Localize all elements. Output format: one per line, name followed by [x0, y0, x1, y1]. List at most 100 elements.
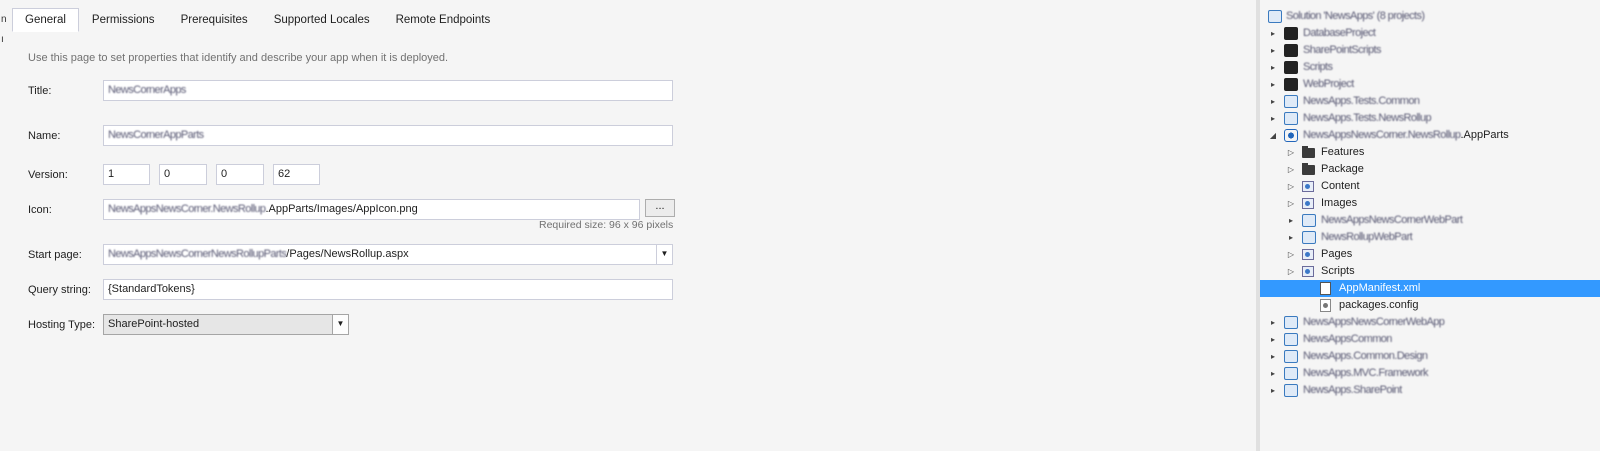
- tree-item[interactable]: ▷ Package: [1260, 161, 1600, 178]
- tree-item-label: NewsAppsCommon: [1303, 331, 1392, 348]
- start-page-select[interactable]: NewsAppsNewsCornerNewsRollupParts/Pages/…: [103, 244, 673, 265]
- tree-item[interactable]: ▸ NewsApps.MVC.Framework: [1260, 365, 1600, 382]
- project-icon: [1284, 367, 1298, 380]
- expand-arrow-icon[interactable]: ▸: [1268, 25, 1278, 42]
- project-icon: [1284, 112, 1298, 125]
- name-label: Name:: [28, 130, 61, 142]
- tree-item[interactable]: ▸ NewsAppsNewsCornerWebPart: [1260, 212, 1600, 229]
- version-minor-field[interactable]: 0: [159, 164, 207, 185]
- hosting-type-select[interactable]: SharePoint-hosted ▼: [103, 314, 349, 335]
- tree-item-text: AppManifest.xml: [1339, 282, 1421, 294]
- project-icon: [1284, 316, 1298, 329]
- tree-item[interactable]: ▸ NewsAppsCommon: [1260, 331, 1600, 348]
- page-description: Use this page to set properties that ide…: [28, 52, 449, 64]
- chevron-down-icon[interactable]: ▼: [332, 315, 348, 334]
- expand-arrow-icon[interactable]: ▷: [1286, 246, 1296, 263]
- tree-item-text: NewsApps.SharePoint: [1303, 384, 1402, 396]
- tab-permissions[interactable]: Permissions: [79, 8, 168, 32]
- tree-item[interactable]: ▸ DatabaseProject: [1260, 25, 1600, 42]
- edge-glyph: n: [1, 14, 7, 25]
- tree-item[interactable]: ◢ NewsAppsNewsCorner.NewsRollup.AppParts: [1260, 127, 1600, 144]
- title-value: NewsCornerApps: [108, 84, 186, 96]
- solution-label: Solution 'NewsApps' (8 projects): [1286, 10, 1425, 22]
- project-icon: [1284, 384, 1298, 397]
- expand-arrow-icon[interactable]: ▸: [1268, 348, 1278, 365]
- version-major-field[interactable]: 1: [103, 164, 150, 185]
- webfolder-icon: [1302, 181, 1314, 192]
- project-icon: [1284, 129, 1298, 142]
- tree-item-label: Package: [1321, 161, 1364, 178]
- tree-item-label: Images: [1321, 195, 1357, 212]
- tree-item-label: Content: [1321, 178, 1360, 195]
- expand-arrow-icon[interactable]: ▷: [1286, 178, 1296, 195]
- name-field[interactable]: NewsCornerAppParts: [103, 125, 673, 146]
- expand-arrow-icon[interactable]: ▷: [1286, 263, 1296, 280]
- required-size-hint: Required size: 96 x 96 pixels: [539, 219, 674, 231]
- tree-item[interactable]: ▸ NewsRollupWebPart: [1260, 229, 1600, 246]
- version-revision-field[interactable]: 62: [273, 164, 320, 185]
- expand-arrow-icon[interactable]: ▸: [1268, 110, 1278, 127]
- expand-arrow-icon[interactable]: ▸: [1268, 365, 1278, 382]
- tree-item-suffix: .AppParts: [1460, 129, 1509, 141]
- tree-item-label: packages.config: [1339, 297, 1419, 314]
- tree-item[interactable]: ▷ Features: [1260, 144, 1600, 161]
- tree-item[interactable]: ▸ Scripts: [1260, 59, 1600, 76]
- tree-item-text: NewsAppsNewsCornerWebPart: [1321, 214, 1463, 226]
- tree-item[interactable]: ▸ NewsAppsNewsCornerWebApp: [1260, 314, 1600, 331]
- title-label: Title:: [28, 85, 52, 97]
- expand-arrow-icon[interactable]: ▸: [1268, 382, 1278, 399]
- query-string-field[interactable]: {StandardTokens}: [103, 279, 673, 300]
- tree-item[interactable]: ▸ NewsApps.SharePoint: [1260, 382, 1600, 399]
- tree-item[interactable]: ▷ Images: [1260, 195, 1600, 212]
- expand-arrow-icon[interactable]: ▸: [1268, 76, 1278, 93]
- tree-item[interactable]: ▷ Content: [1260, 178, 1600, 195]
- tree-item[interactable]: packages.config: [1260, 297, 1600, 314]
- solution-root[interactable]: Solution 'NewsApps' (8 projects): [1260, 8, 1600, 25]
- tree-item-label: AppManifest.xml: [1339, 280, 1420, 297]
- tab-supported-locales[interactable]: Supported Locales: [261, 8, 383, 32]
- tree-item-text: NewsRollupWebPart: [1321, 231, 1413, 243]
- expand-arrow-icon[interactable]: ▸: [1268, 59, 1278, 76]
- version-build-field[interactable]: 0: [216, 164, 264, 185]
- title-field[interactable]: NewsCornerApps: [103, 80, 673, 101]
- tree-item-label: NewsApps.MVC.Framework: [1303, 365, 1429, 382]
- tab-prerequisites[interactable]: Prerequisites: [168, 8, 261, 32]
- tree-item-text: Scripts: [1303, 61, 1333, 73]
- expand-arrow-icon[interactable]: ▸: [1268, 314, 1278, 331]
- expand-arrow-icon[interactable]: ▸: [1268, 93, 1278, 110]
- webfolder-icon: [1302, 198, 1314, 209]
- tree-item[interactable]: ▷ Pages: [1260, 246, 1600, 263]
- start-page-prefix: NewsAppsNewsCornerNewsRollupParts: [108, 248, 287, 260]
- tree-item[interactable]: ▸ NewsApps.Tests.NewsRollup: [1260, 110, 1600, 127]
- tree-item[interactable]: ▷ Scripts: [1260, 263, 1600, 280]
- query-string-label: Query string:: [28, 284, 91, 296]
- tree-item[interactable]: AppManifest.xml: [1260, 280, 1600, 297]
- expand-arrow-icon[interactable]: ▸: [1268, 331, 1278, 348]
- tree-item[interactable]: ▸ SharePointScripts: [1260, 42, 1600, 59]
- expand-arrow-icon[interactable]: ▷: [1286, 195, 1296, 212]
- tree-item[interactable]: ▸ NewsApps.Common.Design: [1260, 348, 1600, 365]
- tree-item[interactable]: ▸ NewsApps.Tests.Common: [1260, 93, 1600, 110]
- tab-general[interactable]: General: [12, 8, 79, 32]
- tree-item-text: SharePointScripts: [1303, 44, 1381, 56]
- tree-item-text: Images: [1321, 197, 1358, 209]
- tree-item-label: SharePointScripts: [1303, 42, 1381, 59]
- icon-path-field[interactable]: NewsAppsNewsCorner.NewsRollup.AppParts/I…: [103, 199, 640, 220]
- webfolder-icon: [1302, 266, 1314, 277]
- expand-arrow-icon[interactable]: ▸: [1286, 229, 1296, 246]
- cfgfile-icon: [1320, 299, 1331, 312]
- chevron-down-icon[interactable]: ▼: [656, 245, 672, 264]
- expand-arrow-icon[interactable]: ▸: [1268, 42, 1278, 59]
- browse-button[interactable]: ...: [645, 199, 675, 217]
- expand-arrow-icon[interactable]: ▸: [1286, 212, 1296, 229]
- expand-arrow-icon[interactable]: ▷: [1286, 144, 1296, 161]
- expand-arrow-icon[interactable]: ▷: [1286, 161, 1296, 178]
- collapse-arrow-icon[interactable]: ◢: [1268, 127, 1278, 144]
- tree-item-label: NewsApps.SharePoint: [1303, 382, 1402, 399]
- tree-item[interactable]: ▸ WebProject: [1260, 76, 1600, 93]
- project-icon: [1284, 350, 1298, 363]
- tree-item-text: packages.config: [1339, 299, 1419, 311]
- tab-remote-endpoints[interactable]: Remote Endpoints: [383, 8, 504, 32]
- project-icon: [1284, 78, 1298, 91]
- tree-item-label: NewsAppsNewsCornerWebPart: [1321, 212, 1463, 229]
